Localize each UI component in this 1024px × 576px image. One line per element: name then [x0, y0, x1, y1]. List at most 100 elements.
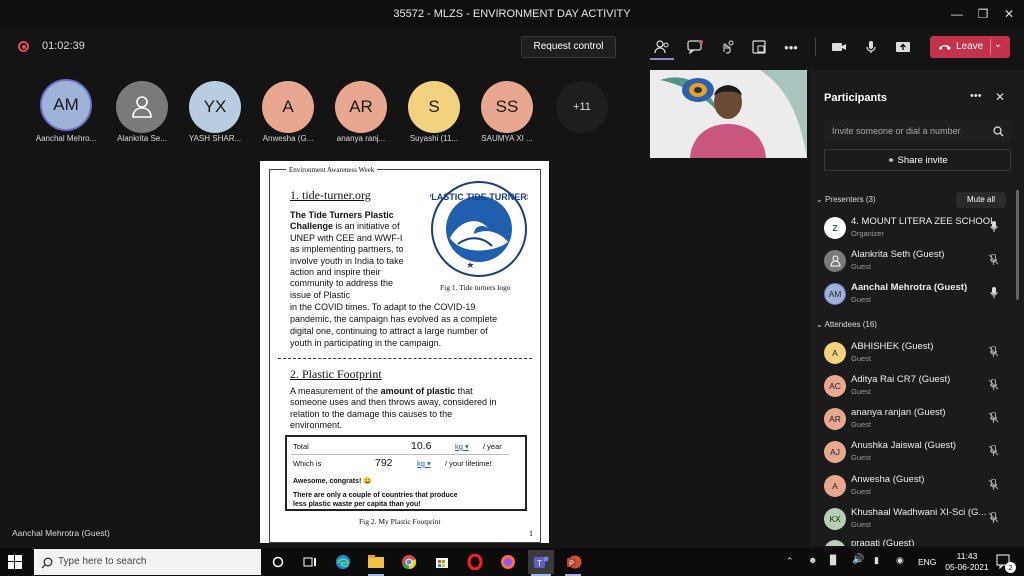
cortana-icon[interactable]: [265, 550, 291, 574]
windows-start-icon[interactable]: [8, 555, 22, 574]
volume-icon[interactable]: 🔊: [852, 554, 864, 565]
network-icon[interactable]: ▉: [830, 555, 837, 566]
section2-text: relation to the damage this causes to th…: [290, 408, 453, 419]
chat-icon[interactable]: [682, 36, 708, 58]
participant-name: Aanchal Mehrotra (Guest): [851, 282, 968, 293]
chevron-down-icon[interactable]: ⌄: [994, 39, 1002, 50]
recording-icon: [18, 41, 29, 52]
avatar: YX: [189, 81, 241, 133]
participant-row[interactable]: A Anwesha (Guest) Guest: [810, 473, 1015, 503]
wifi-icon[interactable]: ◉: [896, 555, 904, 566]
participant-row[interactable]: AC Aditya Rai CR7 (Guest) Guest: [810, 373, 1015, 403]
mic-muted-icon: [988, 346, 999, 357]
svg-text:T: T: [537, 559, 542, 568]
footprint-note-line: less plastic waste per capita than you!: [293, 501, 421, 508]
taskbar-clock[interactable]: 11:43 05-06-2021: [945, 551, 989, 573]
participant-name: ABHISHEK (Guest): [851, 341, 934, 352]
attendees-header[interactable]: ⌄ Attendees (16): [816, 320, 877, 329]
avatar: A: [824, 475, 846, 497]
section2-text: that: [457, 386, 473, 396]
footprint-note-line: There are only a couple of countries tha…: [293, 492, 458, 499]
gallery-avatar[interactable]: A: [262, 81, 314, 133]
mic-muted-icon: [988, 379, 999, 390]
gallery-avatar[interactable]: [116, 81, 168, 133]
close-window-button[interactable]: ✕: [996, 0, 1022, 28]
teams-icon[interactable]: T: [528, 550, 554, 574]
gallery-avatar[interactable]: S: [408, 81, 460, 133]
gallery-name: Aanchal Mehro...: [35, 134, 97, 143]
participant-row[interactable]: Alankrita Seth (Guest) Guest: [810, 248, 1015, 278]
opera-icon[interactable]: [462, 550, 488, 574]
share-invite-label: Share invite: [897, 155, 948, 166]
store-icon[interactable]: [429, 550, 455, 574]
avatar: AJ: [824, 441, 846, 463]
panel-more-icon[interactable]: •••: [970, 90, 982, 102]
gallery-avatar[interactable]: AM: [40, 79, 92, 131]
leave-divider: [990, 39, 991, 55]
gallery-avatar[interactable]: SS: [481, 81, 533, 133]
restore-button[interactable]: ❐: [970, 0, 996, 28]
powerpoint-icon[interactable]: P: [561, 550, 587, 574]
battery-icon[interactable]: ▮: [874, 555, 879, 566]
participant-name: Anwesha (Guest): [851, 474, 925, 485]
mic-muted-icon: [988, 512, 999, 523]
footprint-total-value: 10.6: [411, 440, 432, 452]
attendees-header-label: Attendees (16): [824, 320, 877, 329]
participant-row[interactable]: AR ananya ranjan (Guest) Guest: [810, 406, 1015, 436]
panel-scrollbar[interactable]: [1016, 190, 1019, 300]
footprint-which-unit[interactable]: kg ▾: [417, 459, 431, 468]
avatar: [116, 81, 168, 133]
notification-badge: 2: [1005, 562, 1016, 573]
gallery-avatar[interactable]: YX: [189, 81, 241, 133]
reactions-icon[interactable]: [714, 36, 740, 58]
people-tray-icon[interactable]: ☻: [808, 555, 817, 565]
camera-icon[interactable]: [826, 36, 852, 58]
logo-text: PLASTIC TIDE TURNERS: [430, 192, 528, 202]
more-participants-button[interactable]: +11: [556, 81, 608, 133]
more-icon[interactable]: •••: [778, 36, 804, 58]
footprint-row-divider: [291, 454, 509, 455]
people-icon[interactable]: [649, 36, 675, 58]
search-icon[interactable]: [993, 126, 1004, 137]
leave-button[interactable]: Leave ⌄: [930, 36, 1010, 58]
share-icon[interactable]: [890, 36, 916, 58]
participant-row[interactable]: AJ Anushka Jaiswal (Guest) Guest: [810, 439, 1015, 469]
participant-row[interactable]: pragati (Guest): [810, 538, 1015, 546]
svg-text:P: P: [569, 561, 574, 568]
invite-input[interactable]: Invite someone or dial a number: [824, 120, 1011, 142]
avatar: A: [262, 81, 314, 133]
avatar: [824, 250, 846, 272]
chrome-icon[interactable]: [396, 550, 422, 574]
footprint-which-per: / your lifetime!: [445, 459, 492, 468]
edge-icon[interactable]: [330, 550, 356, 574]
share-invite-button[interactable]: ⚭ Share invite: [824, 149, 1011, 171]
person-icon: [132, 96, 152, 118]
task-view-icon[interactable]: [297, 550, 323, 574]
participant-name: 4. MOUNT LITERA ZEE SCHOOL: [851, 216, 996, 227]
participant-row[interactable]: AM Aanchal Mehrotra (Guest) Guest: [810, 281, 1015, 311]
language-indicator[interactable]: ENG: [918, 557, 936, 567]
show-hidden-icons[interactable]: ⌃: [786, 556, 794, 567]
section1-text: youth in participating in the campaign.: [290, 338, 442, 348]
participant-row[interactable]: A ABHISHEK (Guest) Guest: [810, 340, 1015, 370]
firefox-icon[interactable]: [495, 550, 521, 574]
taskbar-search-input[interactable]: Type here to search: [34, 549, 261, 575]
section1-text: is an initiative of: [335, 221, 400, 232]
presenter-video[interactable]: [650, 70, 807, 158]
participant-name: Khushaal Wadhwani XI-Sci (G...: [851, 507, 987, 518]
mic-icon[interactable]: [858, 36, 884, 58]
file-explorer-icon[interactable]: [363, 550, 389, 574]
request-control-button[interactable]: Request control: [521, 36, 616, 58]
mute-all-button[interactable]: Mute all: [956, 192, 1006, 208]
participant-row[interactable]: Z 4. MOUNT LITERA ZEE SCHOOL Organizer: [810, 215, 1015, 245]
phone-hangup-icon: [939, 45, 951, 50]
rooms-icon[interactable]: [746, 36, 772, 58]
gallery-avatar[interactable]: AR: [335, 81, 387, 133]
participant-row[interactable]: KX Khushaal Wadhwani XI-Sci (G... Guest: [810, 506, 1015, 536]
footprint-total-unit[interactable]: kg ▾: [455, 442, 469, 451]
mic-muted-icon: [988, 412, 999, 423]
close-panel-icon[interactable]: ✕: [995, 90, 1005, 104]
footprint-which-value: 792: [375, 457, 393, 469]
presenters-header[interactable]: ⌄ Presenters (3): [816, 195, 876, 204]
minimize-button[interactable]: —: [944, 0, 970, 28]
